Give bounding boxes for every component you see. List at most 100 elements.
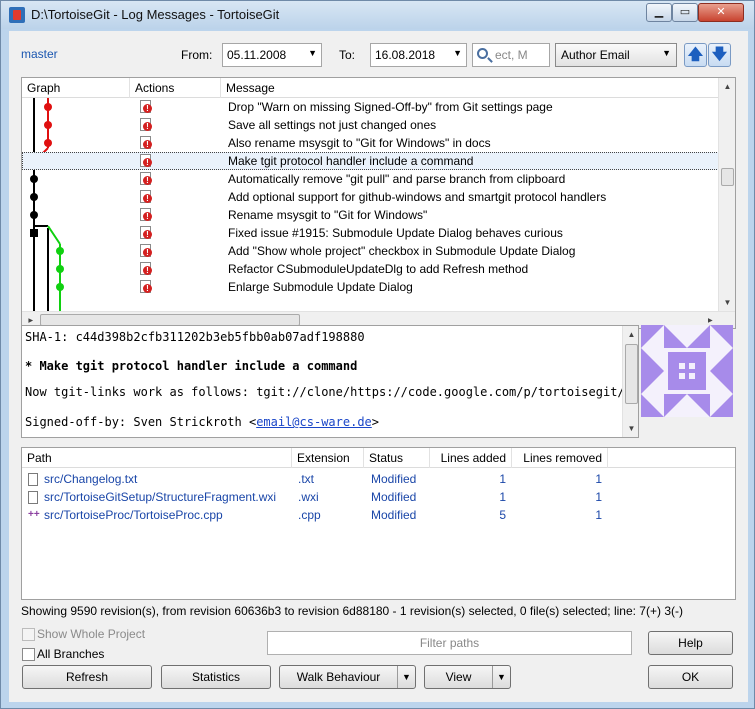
scroll-up-arrow-icon[interactable]: ▲	[623, 326, 638, 343]
commit-message-pane[interactable]: SHA-1: c44d398b2cfb311202b3eb5fbb0ab07ad…	[21, 325, 639, 438]
log-message: Also rename msysgit to "Git for Windows"…	[228, 136, 491, 150]
log-row[interactable]: Refactor CSubmoduleUpdateDlg to add Refr…	[22, 260, 719, 278]
window-title: D:\TortoiseGit - Log Messages - Tortoise…	[31, 7, 280, 22]
to-date-value: 16.08.2018	[375, 48, 436, 62]
files-header: Path Extension Status Lines added Lines …	[22, 448, 735, 468]
commit-message-scrollbar[interactable]: ▲ ▼	[622, 326, 638, 437]
sha-line: SHA-1: c44d398b2cfb311202b3eb5fbb0ab07ad…	[25, 330, 365, 344]
previous-result-button[interactable]: 🡅	[684, 43, 707, 67]
log-list-header: Graph Actions Message	[22, 78, 719, 98]
column-header-actions[interactable]: Actions	[130, 78, 221, 98]
log-row[interactable]: Enlarge Submodule Update Dialog	[22, 278, 719, 296]
column-header-status[interactable]: Status	[364, 448, 430, 468]
chevron-down-icon[interactable]: ▼	[492, 666, 510, 688]
log-row-selected[interactable]: Make tgit protocol handler include a com…	[22, 152, 719, 170]
lines-removed: 1	[595, 490, 602, 504]
file-status: Modified	[371, 472, 417, 486]
file-row[interactable]: src/TortoiseGitSetup/StructureFragment.w…	[22, 488, 735, 506]
log-row[interactable]: Drop "Warn on missing Signed-Off-by" fro…	[22, 98, 719, 116]
chevron-down-icon[interactable]: ▼	[397, 666, 415, 688]
search-input[interactable]: ect, M	[472, 43, 550, 67]
from-date-picker[interactable]: 05.11.2008 ▼	[222, 43, 322, 67]
cpp-source-icon: ++	[28, 509, 40, 520]
log-message: Automatically remove "git pull" and pars…	[228, 172, 566, 186]
close-window-button[interactable]: ✕	[698, 3, 744, 22]
dialog-client-area: master From: 05.11.2008 ▼ To: 16.08.2018…	[9, 31, 748, 702]
log-row[interactable]: Also rename msysgit to "Git for Windows"…	[22, 134, 719, 152]
author-email-link[interactable]: email@cs-ware.de	[256, 415, 372, 429]
modified-file-icon	[140, 136, 152, 149]
log-message: Enlarge Submodule Update Dialog	[228, 280, 413, 294]
scroll-down-arrow-icon[interactable]: ▼	[719, 294, 735, 311]
file-row[interactable]: src/Changelog.txt .txt Modified 1 1	[22, 470, 735, 488]
search-field-select[interactable]: Author Email ▼	[555, 43, 677, 67]
column-header-lines-removed[interactable]: Lines removed	[512, 448, 608, 468]
text-file-icon	[28, 473, 38, 486]
file-status: Modified	[371, 490, 417, 504]
log-message: Refactor CSubmoduleUpdateDlg to add Refr…	[228, 262, 529, 276]
log-row[interactable]: Add "Show whole project" checkbox in Sub…	[22, 242, 719, 260]
tortoisegit-log-window: D:\TortoiseGit - Log Messages - Tortoise…	[0, 0, 755, 709]
to-date-picker[interactable]: 16.08.2018 ▼	[370, 43, 467, 67]
view-button[interactable]: View ▼	[424, 665, 511, 689]
arrow-down-icon: 🡇	[711, 46, 728, 63]
modified-file-icon	[140, 100, 152, 113]
log-row[interactable]: Rename msysgit to "Git for Windows"	[22, 206, 719, 224]
help-button[interactable]: Help	[648, 631, 733, 655]
log-row[interactable]: Save all settings not just changed ones	[22, 116, 719, 134]
signed-off-prefix: Signed-off-by: Sven Strickroth <	[25, 415, 257, 429]
all-branches-checkbox[interactable]	[22, 648, 35, 661]
view-label: View	[445, 670, 472, 684]
search-icon[interactable]	[477, 48, 488, 59]
modified-file-icon	[140, 244, 152, 257]
commit-body: Now tgit-links work as follows: tgit://c…	[25, 385, 625, 399]
show-whole-project-label: Show Whole Project	[37, 627, 146, 641]
log-row[interactable]: Fixed issue #1915: Submodule Update Dial…	[22, 224, 719, 242]
lines-removed: 1	[595, 472, 602, 486]
to-label: To:	[339, 48, 356, 62]
statistics-button[interactable]: Statistics	[161, 665, 271, 689]
next-result-button[interactable]: 🡇	[708, 43, 731, 67]
minimize-button[interactable]: ▁	[646, 3, 672, 22]
title-bar: D:\TortoiseGit - Log Messages - Tortoise…	[1, 1, 754, 29]
file-row[interactable]: ++ src/TortoiseProc/TortoiseProc.cpp .cp…	[22, 506, 735, 524]
scroll-up-arrow-icon[interactable]: ▲	[719, 78, 735, 95]
scrollbar-thumb[interactable]	[625, 344, 638, 404]
log-list[interactable]: Graph Actions Message ! Drop "Warn on mi…	[21, 77, 736, 329]
branch-link[interactable]: master	[21, 47, 58, 61]
log-row[interactable]: Automatically remove "git pull" and pars…	[22, 170, 719, 188]
chevron-down-icon: ▼	[453, 48, 462, 58]
file-extension: .wxi	[298, 490, 319, 504]
scroll-down-arrow-icon[interactable]: ▼	[623, 420, 638, 437]
walk-behaviour-button[interactable]: Walk Behaviour ▼	[279, 665, 416, 689]
from-label: From:	[181, 48, 213, 62]
lines-removed: 1	[595, 508, 602, 522]
maximize-button[interactable]: ▭	[672, 3, 698, 22]
file-path: src/TortoiseGitSetup/StructureFragment.w…	[44, 490, 277, 504]
signed-off-suffix: >	[371, 415, 380, 429]
file-path: src/Changelog.txt	[44, 472, 138, 486]
file-path: src/TortoiseProc/TortoiseProc.cpp	[44, 508, 223, 522]
filter-paths-input[interactable]: Filter paths	[267, 631, 632, 655]
log-message: Rename msysgit to "Git for Windows"	[228, 208, 428, 222]
column-header-lines-added[interactable]: Lines added	[430, 448, 512, 468]
column-header-extension[interactable]: Extension	[292, 448, 364, 468]
show-whole-project-checkbox[interactable]	[22, 628, 35, 641]
lines-added: 1	[499, 490, 506, 504]
scrollbar-thumb[interactable]	[721, 168, 734, 186]
column-header-message[interactable]: Message	[221, 78, 719, 98]
log-list-vertical-scrollbar[interactable]: ▲ ▼	[718, 78, 735, 311]
modified-file-icon	[140, 208, 152, 221]
column-header-graph[interactable]: Graph	[22, 78, 130, 98]
refresh-button[interactable]: Refresh	[22, 665, 152, 689]
log-row[interactable]: Add optional support for github-windows …	[22, 188, 719, 206]
modified-file-icon	[140, 172, 152, 185]
ok-button[interactable]: OK	[648, 665, 733, 689]
changed-files-list[interactable]: Path Extension Status Lines added Lines …	[21, 447, 736, 600]
from-date-value: 05.11.2008	[227, 48, 287, 62]
log-message: Fixed issue #1915: Submodule Update Dial…	[228, 226, 563, 240]
all-branches-label: All Branches	[37, 647, 105, 661]
tortoisegit-app-icon	[9, 7, 25, 23]
chevron-down-icon: ▼	[662, 48, 671, 58]
column-header-path[interactable]: Path	[22, 448, 292, 468]
